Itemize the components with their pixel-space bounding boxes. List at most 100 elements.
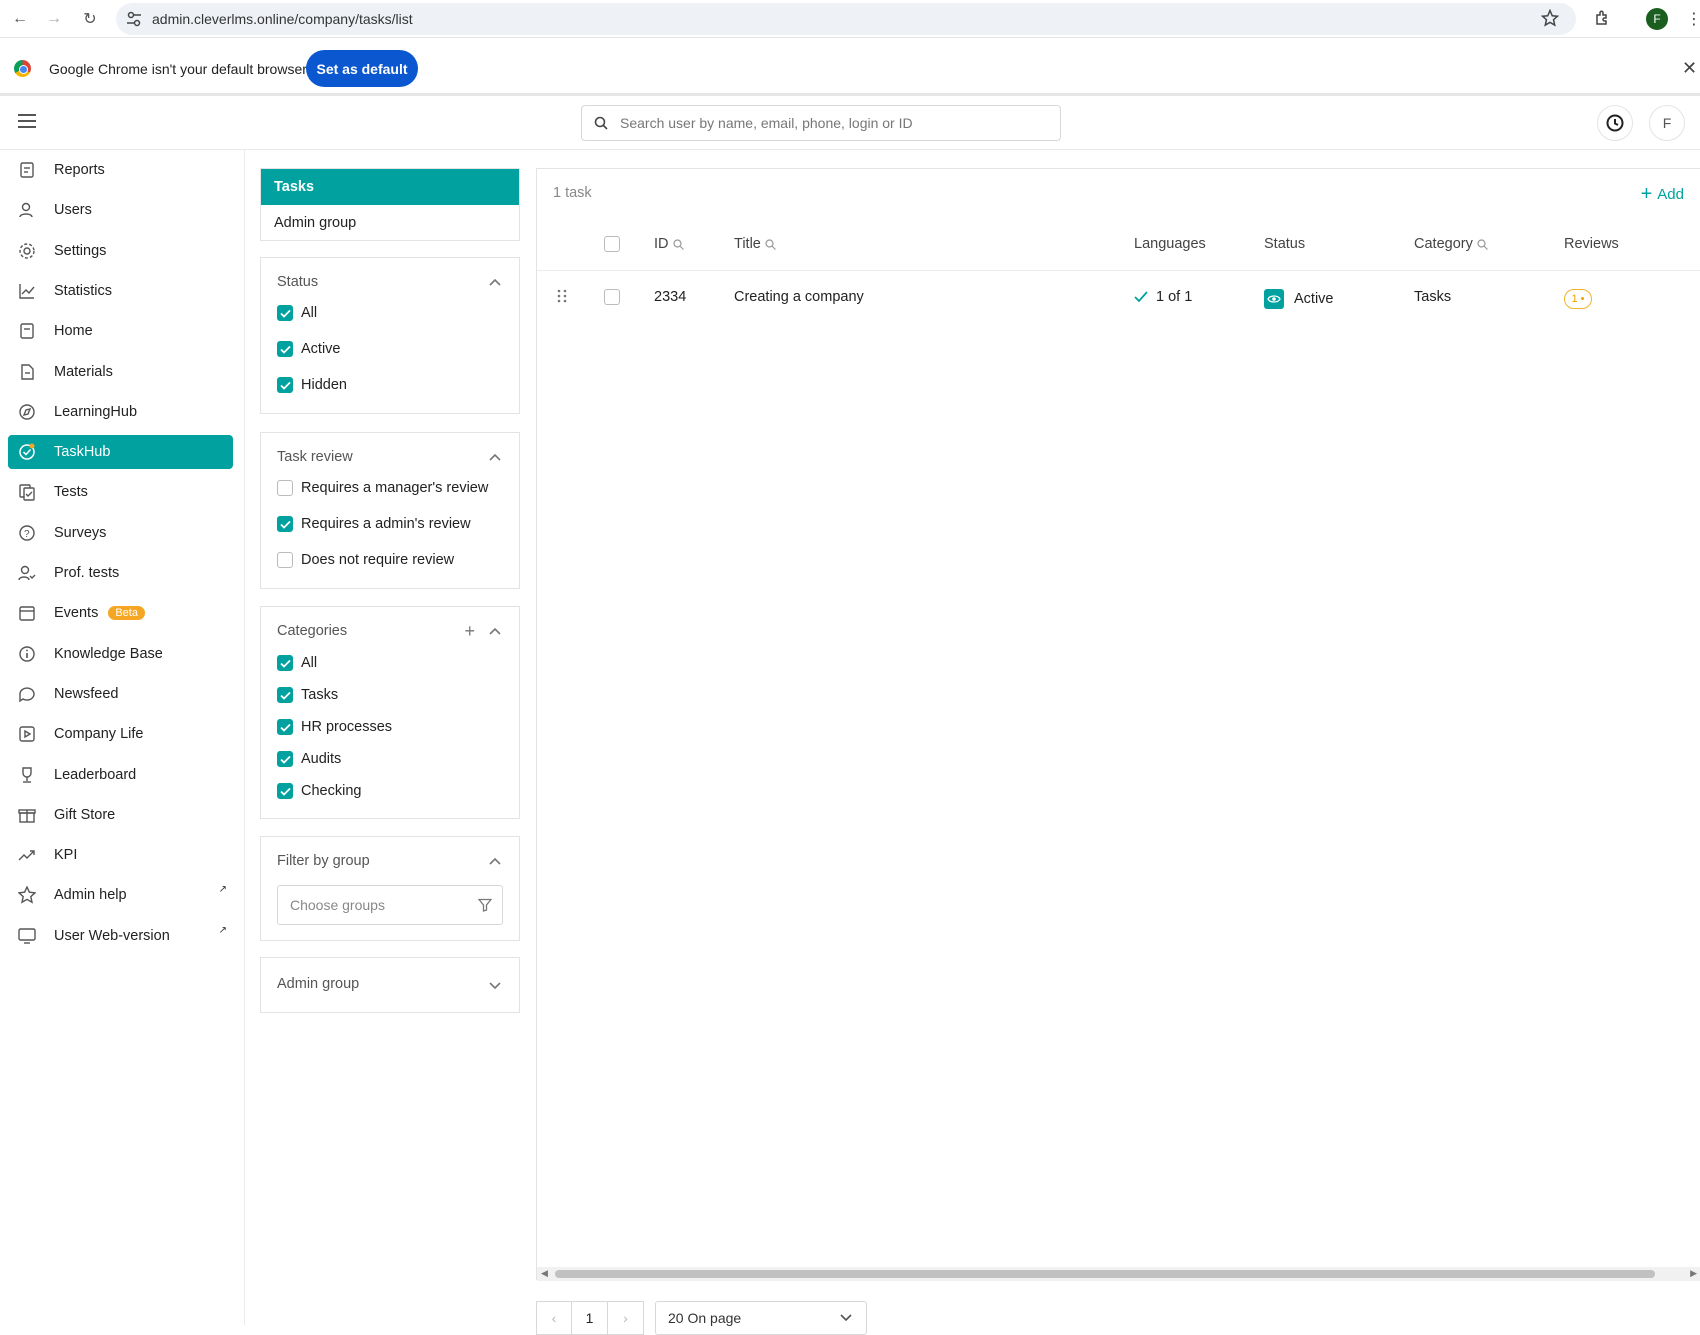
status-option-hidden[interactable]: Hidden <box>277 377 347 393</box>
chevron-up-icon[interactable] <box>489 857 501 865</box>
task-title-link[interactable]: Creating a company <box>734 289 864 305</box>
choose-groups-input[interactable]: Choose groups <box>277 885 503 925</box>
infobar-close-icon[interactable]: ✕ <box>1682 58 1697 79</box>
user-avatar[interactable]: F <box>1649 105 1685 141</box>
sidebar-item-users[interactable]: Users <box>8 193 233 227</box>
column-search-icon[interactable] <box>1477 238 1488 250</box>
sidebar-item-settings[interactable]: Settings <box>8 234 233 268</box>
category-option-checking[interactable]: Checking <box>277 783 361 799</box>
scroll-right-icon[interactable]: ▶ <box>1690 1268 1697 1279</box>
row-checkbox[interactable] <box>604 289 620 305</box>
history-button[interactable] <box>1597 105 1633 141</box>
checkbox[interactable] <box>277 516 293 532</box>
admin-group-card[interactable]: Admin group <box>260 957 520 1013</box>
sidebar-item-prof-tests[interactable]: Prof. tests <box>8 556 233 590</box>
hamburger-menu-icon[interactable] <box>18 114 36 128</box>
chevron-down-icon <box>840 1314 852 1322</box>
page-size-select[interactable]: 20 On page <box>655 1301 867 1335</box>
sidebar-item-events[interactable]: Events Beta <box>8 596 233 630</box>
next-page-button[interactable]: › <box>608 1301 644 1335</box>
column-search-icon[interactable] <box>765 238 776 250</box>
extensions-icon[interactable] <box>1594 9 1612 27</box>
checkbox[interactable] <box>277 687 293 703</box>
sidebar-item-leaderboard[interactable]: Leaderboard <box>8 758 233 792</box>
sidebar-item-statistics[interactable]: Statistics <box>8 274 233 308</box>
sidebar-item-learninghub[interactable]: LearningHub <box>8 395 233 429</box>
sidebar-item-user-web-version[interactable]: User Web-version ↗ <box>8 919 233 953</box>
status-option-all[interactable]: All <box>277 305 317 321</box>
sidebar-item-materials[interactable]: Materials <box>8 355 233 389</box>
task-review-filter-title: Task review <box>277 449 353 465</box>
task-reviews-badge[interactable]: 1 • <box>1564 289 1592 309</box>
gear-icon <box>19 243 35 259</box>
horizontal-scrollbar[interactable]: ◀ ▶ <box>537 1267 1700 1281</box>
sidebar-item-reports[interactable]: Reports <box>8 153 233 187</box>
task-status[interactable]: Active <box>1264 289 1334 309</box>
set-default-button[interactable]: Set as default <box>306 50 418 87</box>
checkbox[interactable] <box>277 305 293 321</box>
sidebar-item-admin-help[interactable]: Admin help ↗ <box>8 878 233 912</box>
external-link-icon: ↗ <box>218 884 227 895</box>
task-id: 2334 <box>654 289 687 305</box>
sidebar-item-knowledge-base[interactable]: Knowledge Base <box>8 637 233 671</box>
sidebar-item-newsfeed[interactable]: Newsfeed <box>8 677 233 711</box>
address-bar[interactable]: admin.cleverlms.online/company/tasks/lis… <box>116 3 1576 35</box>
column-category[interactable]: Category <box>1414 236 1488 252</box>
checkbox[interactable] <box>277 655 293 671</box>
checkbox[interactable] <box>277 341 293 357</box>
chevron-up-icon[interactable] <box>489 627 501 635</box>
status-option-active[interactable]: Active <box>277 341 341 357</box>
select-all-checkbox[interactable] <box>604 236 620 252</box>
user-search-input[interactable]: Search user by name, email, phone, login… <box>581 105 1061 141</box>
checkbox[interactable] <box>277 751 293 767</box>
sidebar-item-taskhub[interactable]: TaskHub <box>8 435 233 469</box>
scrollbar-thumb[interactable] <box>555 1270 1655 1278</box>
review-option-manager[interactable]: Requires a manager's review <box>277 480 488 496</box>
category-option-audits[interactable]: Audits <box>277 751 341 767</box>
sidebar-item-label: Knowledge Base <box>54 646 163 662</box>
table-row[interactable]: 2334 Creating a company 1 of 1 Active Ta… <box>537 272 1700 324</box>
category-option-tasks[interactable]: Tasks <box>277 687 338 703</box>
reload-icon[interactable]: ↻ <box>78 7 102 31</box>
sidebar-item-gift-store[interactable]: Gift Store <box>8 798 233 832</box>
checkbox[interactable] <box>277 552 293 568</box>
bookmark-star-icon[interactable] <box>1541 9 1559 27</box>
back-icon[interactable]: ← <box>8 7 32 31</box>
sidebar-item-company-life[interactable]: Company Life <box>8 717 233 751</box>
sidebar-item-label: Users <box>54 202 92 218</box>
column-title[interactable]: Title <box>734 236 776 252</box>
tab-admin-group[interactable]: Admin group <box>261 205 519 241</box>
chevron-up-icon[interactable] <box>489 278 501 286</box>
column-id[interactable]: ID <box>654 236 684 252</box>
site-settings-icon[interactable] <box>126 11 142 27</box>
chevron-up-icon[interactable] <box>489 453 501 461</box>
browser-menu-icon[interactable]: ⋮ <box>1686 9 1700 29</box>
review-option-none[interactable]: Does not require review <box>277 552 454 568</box>
checkbox[interactable] <box>277 783 293 799</box>
sidebar-item-tests[interactable]: Tests <box>8 475 233 509</box>
sidebar-item-home[interactable]: Home <box>8 314 233 348</box>
checkbox[interactable] <box>277 377 293 393</box>
add-category-icon[interactable]: + <box>464 621 475 642</box>
page-number[interactable]: 1 <box>572 1301 608 1335</box>
funnel-icon[interactable] <box>478 898 492 912</box>
checkbox[interactable] <box>277 480 293 496</box>
sidebar-item-surveys[interactable]: ? Surveys <box>8 516 233 550</box>
browser-profile-avatar[interactable]: F <box>1646 8 1668 30</box>
review-option-admin[interactable]: Requires a admin's review <box>277 516 471 532</box>
prev-page-button[interactable]: ‹ <box>536 1301 572 1335</box>
scroll-left-icon[interactable]: ◀ <box>541 1268 548 1279</box>
home-icon <box>20 323 34 339</box>
category-option-all[interactable]: All <box>277 655 317 671</box>
drag-handle-icon[interactable] <box>557 289 567 303</box>
tab-tasks[interactable]: Tasks <box>261 169 519 205</box>
users-icon <box>19 202 33 218</box>
sidebar-item-label: Company Life <box>54 726 144 742</box>
add-task-button[interactable]: + Add <box>1641 183 1684 206</box>
checkbox[interactable] <box>277 719 293 735</box>
forward-icon[interactable]: → <box>42 7 66 31</box>
category-option-hr[interactable]: HR processes <box>277 719 392 735</box>
column-search-icon[interactable] <box>672 238 684 250</box>
chevron-down-icon[interactable] <box>489 982 501 990</box>
sidebar-item-kpi[interactable]: KPI <box>8 838 233 872</box>
